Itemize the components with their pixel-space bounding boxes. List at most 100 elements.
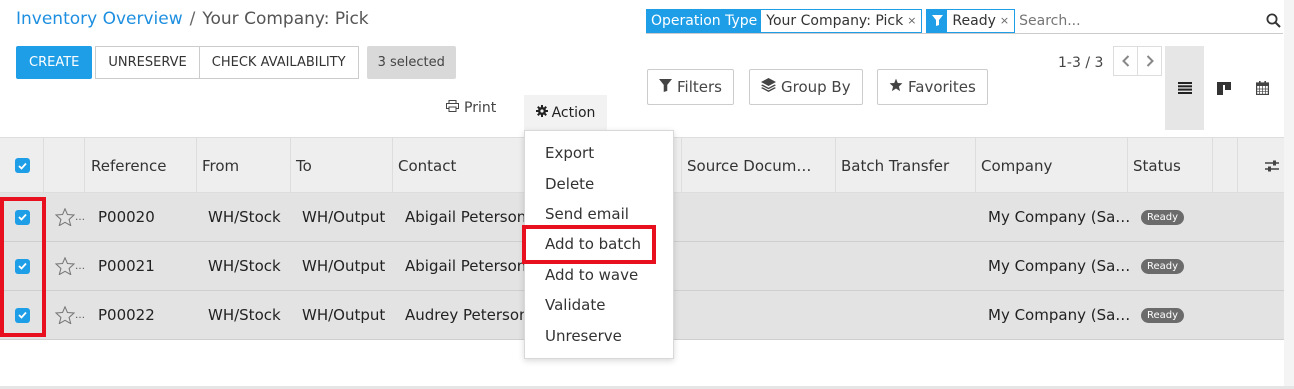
facet-remove-icon[interactable]: × [907, 14, 916, 27]
pager-buttons [1113, 46, 1162, 76]
cell-contact: Abigail Peterson [405, 257, 527, 275]
favorites-label: Favorites [908, 78, 976, 96]
filter-icon [927, 9, 948, 32]
cell-contact: Audrey Peterson [405, 306, 529, 324]
action-dropdown-button[interactable]: Action [524, 95, 607, 130]
favorite-star-icon[interactable]: … [55, 242, 85, 290]
checkmark-icon [18, 162, 27, 170]
column-header-from[interactable]: From [196, 138, 291, 193]
create-button[interactable]: CREATE [16, 46, 93, 79]
truncation-dots: … [75, 309, 85, 321]
calendar-view-icon [1256, 81, 1269, 95]
favorite-star-icon[interactable]: … [55, 291, 85, 339]
column-header-to[interactable]: To [290, 138, 393, 193]
cell-to: WH/Output [302, 257, 386, 275]
cell-reference: P00022 [98, 306, 155, 324]
search-facet-operation-type: Operation Type Your Company: Pick × [646, 8, 923, 33]
search-input[interactable] [1019, 9, 1263, 32]
group-by-label: Group By [781, 78, 851, 96]
pager-previous-button[interactable] [1113, 46, 1138, 76]
select-all-cell [0, 138, 44, 193]
facet-value-wrap: Your Company: Pick × [761, 9, 922, 32]
cell-status: Ready [1141, 193, 1185, 241]
truncation-dots: … [75, 211, 85, 223]
kanban-view-icon [1216, 81, 1231, 95]
layers-icon [761, 78, 776, 96]
menu-item-send-email[interactable]: Send email [545, 205, 629, 223]
chevron-right-icon [1146, 55, 1154, 67]
star-icon [889, 78, 903, 96]
favorite-column-header [44, 138, 85, 193]
cell-reference: P00020 [98, 208, 155, 226]
search-icon[interactable] [1263, 11, 1283, 31]
facet-remove-icon[interactable]: × [1000, 14, 1009, 27]
list-view-button[interactable] [1165, 46, 1204, 130]
pager-next-button[interactable] [1137, 46, 1162, 76]
status-badge: Ready [1141, 307, 1185, 323]
unreserve-button[interactable]: UNRESERVE [95, 46, 200, 79]
print-button[interactable]: Print [446, 100, 496, 116]
list-view-icon [1177, 82, 1192, 94]
sliders-icon [1265, 160, 1279, 171]
control-panel: Inventory Overview / Your Company: Pick … [0, 0, 1294, 137]
cell-contact: Abigail Peterson [405, 208, 527, 226]
gear-icon [535, 104, 548, 121]
cell-reference: P00021 [98, 257, 155, 275]
cell-from: WH/Stock [208, 208, 281, 226]
group-by-button[interactable]: Group By [749, 69, 863, 105]
cell-company: My Company (Sa… [988, 257, 1131, 275]
checkbox-highlight-box [0, 197, 46, 337]
cell-to: WH/Output [302, 306, 386, 324]
favorite-star-icon[interactable]: … [55, 193, 85, 241]
facet-label: Operation Type [647, 9, 762, 32]
cell-from: WH/Stock [208, 257, 281, 275]
column-header-spacer [1212, 138, 1238, 193]
pager-value[interactable]: 1-3 / 3 [1058, 55, 1103, 71]
menu-item-validate[interactable]: Validate [545, 296, 605, 314]
view-switcher [1165, 46, 1282, 130]
print-icon [446, 100, 459, 116]
column-header-source-document[interactable]: Source Docum… [681, 138, 836, 193]
cell-status: Ready [1141, 242, 1185, 290]
status-badge: Ready [1141, 258, 1185, 274]
column-header-reference[interactable]: Reference [85, 138, 197, 193]
select-all-checkbox[interactable] [15, 158, 30, 173]
selected-count-badge: 3 selected [366, 46, 456, 79]
truncation-dots: … [75, 260, 85, 272]
scrollbar-track[interactable] [1284, 0, 1294, 389]
facet-value: Your Company: Pick [766, 12, 904, 29]
search-bar: Operation Type Your Company: Pick × Read… [646, 8, 1283, 34]
column-header-company[interactable]: Company [975, 138, 1128, 193]
column-header-status[interactable]: Status [1127, 138, 1213, 193]
action-label: Action [551, 104, 596, 121]
add-to-batch-highlight-box [522, 225, 656, 264]
breadcrumb: Inventory Overview / Your Company: Pick [16, 9, 369, 29]
breadcrumb-link-inventory-overview[interactable]: Inventory Overview [16, 9, 183, 29]
column-header-batch-transfer[interactable]: Batch Transfer [835, 138, 976, 193]
cell-company: My Company (Sa… [988, 306, 1131, 324]
menu-item-add-to-wave[interactable]: Add to wave [545, 266, 638, 284]
print-label: Print [464, 100, 497, 116]
search-facet-ready: Ready × [926, 8, 1016, 33]
calendar-view-button[interactable] [1243, 46, 1282, 130]
favorites-button[interactable]: Favorites [877, 69, 988, 105]
cell-company: My Company (Sa… [988, 208, 1131, 226]
filter-icon [659, 78, 672, 96]
menu-item-export[interactable]: Export [545, 144, 594, 162]
status-badge: Ready [1141, 209, 1185, 225]
breadcrumb-separator: / [189, 9, 196, 29]
page-title: Your Company: Pick [202, 9, 369, 29]
action-buttons: CREATE UNRESERVE CHECK AVAILABILITY 3 se… [16, 46, 456, 79]
check-availability-button[interactable]: CHECK AVAILABILITY [198, 46, 359, 79]
menu-item-unreserve[interactable]: Unreserve [545, 327, 622, 345]
menu-item-delete[interactable]: Delete [545, 175, 594, 193]
facet-value: Ready [952, 12, 996, 29]
facet-value-wrap: Ready × [947, 9, 1015, 32]
cell-to: WH/Output [302, 208, 386, 226]
filters-label: Filters [677, 78, 722, 96]
filters-button[interactable]: Filters [647, 69, 734, 105]
cell-from: WH/Stock [208, 306, 281, 324]
cell-status: Ready [1141, 291, 1185, 339]
kanban-view-button[interactable] [1204, 46, 1243, 130]
chevron-left-icon [1121, 55, 1129, 67]
